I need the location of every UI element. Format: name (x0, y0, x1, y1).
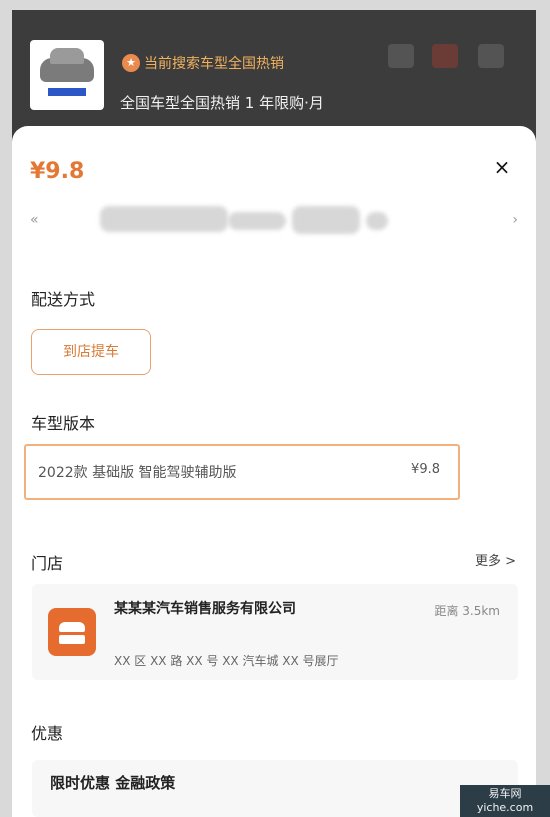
price-label: ¥9.8 (30, 159, 85, 184)
share-icon[interactable] (388, 44, 414, 68)
car-image (40, 48, 94, 82)
deal-card[interactable]: 限时优惠 金融政策 (32, 760, 518, 817)
color-options-row[interactable]: « › (22, 196, 518, 248)
car-thumbnail[interactable] (30, 40, 104, 110)
car-plate (48, 88, 86, 96)
deals-title: 优惠 (31, 724, 64, 743)
store-card[interactable]: 某某某汽车销售服务有限公司 距离 3.5km XX 区 XX 路 XX 号 XX… (32, 584, 518, 680)
top-toolbar (388, 40, 518, 70)
top-info-area: ★ 当前搜索车型全国热销 全国车型全国热销 1 年限购·月 (12, 10, 536, 130)
version-price: ¥9.8 (411, 462, 440, 477)
favorite-icon[interactable] (432, 44, 458, 68)
delivery-title: 配送方式 (31, 290, 96, 309)
screen-border-top (0, 0, 550, 10)
option-sheet: ¥9.8 × « › 配送方式 到店提车 车型版本 2022款 基础版 智能驾驶… (12, 126, 536, 817)
delivery-option-button[interactable]: 到店提车 (31, 329, 151, 375)
car-description: 全国车型全国热销 1 年限购·月 (120, 94, 324, 112)
more-icon[interactable] (478, 44, 504, 68)
store-name: 某某某汽车销售服务有限公司 (114, 601, 296, 617)
blurred-color-3 (292, 206, 360, 234)
chevron-left-icon[interactable]: « (30, 212, 39, 228)
screen-border-right (536, 0, 550, 817)
blurred-color-4 (366, 212, 388, 230)
store-address: XX 区 XX 路 XX 号 XX 汽车城 XX 号展厅 (114, 654, 339, 668)
chevron-right-icon[interactable]: › (512, 212, 518, 228)
hot-icon: ★ (122, 54, 140, 72)
version-title: 车型版本 (31, 414, 96, 433)
store-more-link[interactable]: 更多 > (475, 550, 516, 569)
screen-border-left (0, 0, 12, 817)
store-title: 门店 (31, 554, 64, 573)
store-logo-icon (48, 608, 96, 656)
blurred-color-2 (228, 212, 286, 230)
close-button[interactable]: × (490, 155, 514, 179)
deal-text: 限时优惠 金融政策 (50, 774, 176, 792)
watermark: 易车网 yiche.com (460, 785, 550, 817)
blurred-color-1 (100, 206, 228, 232)
version-name: 2022款 基础版 智能驾驶辅助版 (38, 465, 237, 481)
store-distance: 距离 3.5km (434, 604, 500, 618)
version-select-box[interactable]: 2022款 基础版 智能驾驶辅助版 ¥9.8 (24, 444, 460, 500)
